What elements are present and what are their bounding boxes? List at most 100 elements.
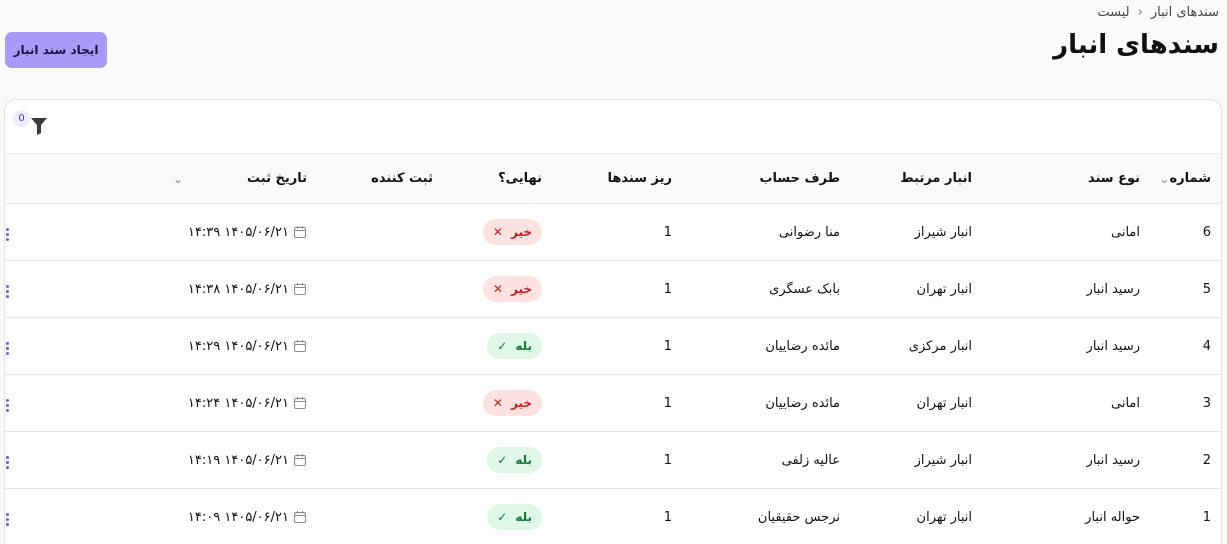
calendar-icon: [294, 283, 306, 295]
status-badge-label: خیر: [510, 282, 532, 296]
filter-button[interactable]: 0: [13, 110, 53, 142]
cell-final: بله ✓: [445, 318, 554, 375]
cell-items: 1: [663, 338, 672, 354]
status-badge-label: بله: [515, 339, 532, 353]
page: سندهای انبار › لیست سندهای انبار ایجاد س…: [0, 0, 1227, 544]
cell-creator: [319, 432, 445, 489]
cell-date: ۱۴۰۵/۰۶/۲۱ ۱۴:۳۹: [5, 204, 319, 261]
table-row[interactable]: 2 رسید انبار انبار شیراز عالیه زلفی 1 بله ✓ ۱۴۰…: [5, 432, 1221, 489]
cell-warehouse: انبار تهران: [916, 509, 972, 525]
status-badge: خیر ✕: [482, 390, 542, 416]
status-badge-label: بله: [515, 453, 532, 467]
cell-doc-type: رسید انبار: [1086, 452, 1140, 468]
status-badge-label: خیر: [510, 396, 532, 410]
cell-party: مائده رضاییان: [765, 338, 840, 354]
more-options-icon[interactable]: [5, 338, 17, 358]
column-header-warehouse: انبار مرتبط: [900, 171, 972, 186]
column-label-number: شماره: [1169, 171, 1211, 186]
table-row[interactable]: 1 حواله انبار انبار تهران نرجس حقیقیان 1 بله ✓…: [5, 489, 1221, 544]
cell-creator: [319, 261, 445, 318]
cell-party: نرجس حقیقیان: [757, 509, 840, 525]
check-icon: ✓: [497, 510, 508, 524]
table-row[interactable]: 3 امانی انبار تهران مائده رضاییان 1 خیر ✕ ۱۴۰۵/…: [5, 375, 1221, 432]
cell-creator: [319, 318, 445, 375]
cell-creator: [319, 375, 445, 432]
cell-number: 6: [1202, 224, 1211, 240]
table-row[interactable]: 6 امانی انبار شیراز منا رضوانی 1 خیر ✕ ۱۴۰۵/۰۶/…: [5, 204, 1221, 261]
calendar-icon: [294, 226, 306, 238]
cell-number: 2: [1202, 452, 1211, 468]
cell-party: بابک عسگری: [769, 281, 840, 297]
cell-warehouse: انبار مرکزی: [908, 338, 972, 354]
more-options-icon[interactable]: [5, 224, 17, 244]
filter-bar: 0: [5, 100, 1221, 153]
cell-doc-type: حواله انبار: [1085, 509, 1140, 525]
column-header-party: طرف حساب: [759, 171, 840, 186]
cell-doc-type: رسید انبار: [1086, 281, 1140, 297]
chevron-left-icon: ›: [1137, 5, 1143, 20]
date-value: ۱۴۰۵/۰۶/۲۱ ۱۴:۳۸: [187, 281, 289, 297]
cell-date: ۱۴۰۵/۰۶/۲۱ ۱۴:۲۹: [5, 318, 319, 375]
cell-party: عالیه زلفی: [781, 452, 840, 468]
table-row[interactable]: 5 رسید انبار انبار تهران بابک عسگری 1 خیر ✕ ۱۴۰…: [5, 261, 1221, 318]
calendar-icon: [294, 511, 306, 523]
page-title: سندهای انبار: [1053, 30, 1219, 60]
more-options-icon[interactable]: [5, 395, 17, 415]
cell-warehouse: انبار تهران: [916, 395, 972, 411]
check-icon: ✓: [497, 339, 508, 353]
cell-final: خیر ✕: [445, 375, 554, 432]
more-options-icon[interactable]: [5, 452, 17, 472]
cell-date: ۱۴۰۵/۰۶/۲۱ ۱۴:۰۹: [5, 489, 319, 544]
table-header-row: شماره ⌄ نوع سند انبار مرتبط طرف حساب ریز…: [5, 153, 1221, 204]
cell-number: 1: [1202, 509, 1211, 525]
filter-icon: [31, 118, 47, 135]
more-options-icon[interactable]: [5, 281, 17, 301]
cell-items: 1: [663, 509, 672, 525]
calendar-icon: [294, 340, 306, 352]
column-header-number[interactable]: شماره ⌄: [1152, 154, 1221, 204]
cell-items: 1: [663, 224, 672, 240]
breadcrumb-root[interactable]: سندهای انبار: [1151, 5, 1219, 20]
documents-card: 0 شماره ⌄ نوع سند انبار مرتبط طرف حساب ر…: [4, 99, 1222, 544]
create-document-button[interactable]: ایجاد سند انبار: [5, 32, 107, 68]
date-value: ۱۴۰۵/۰۶/۲۱ ۱۴:۱۹: [187, 452, 289, 468]
documents-table: شماره ⌄ نوع سند انبار مرتبط طرف حساب ریز…: [5, 153, 1221, 544]
close-icon: ✕: [492, 225, 503, 239]
chevron-down-icon[interactable]: ⌄: [173, 172, 183, 186]
status-badge: بله ✓: [487, 333, 542, 359]
column-header-doc-type: نوع سند: [1087, 171, 1140, 186]
cell-date: ۱۴۰۵/۰۶/۲۱ ۱۴:۳۸: [5, 261, 319, 318]
cell-final: خیر ✕: [445, 261, 554, 318]
cell-party: منا رضوانی: [778, 224, 840, 240]
calendar-icon: [294, 397, 306, 409]
column-header-creator: ثبت کننده: [371, 171, 433, 186]
cell-items: 1: [663, 452, 672, 468]
cell-warehouse: انبار شیراز: [914, 452, 972, 468]
status-badge: بله ✓: [487, 447, 542, 473]
date-value: ۱۴۰۵/۰۶/۲۱ ۱۴:۲۴: [187, 395, 289, 411]
breadcrumb-current: لیست: [1097, 5, 1130, 20]
cell-party: مائده رضاییان: [765, 395, 840, 411]
status-badge: خیر ✕: [482, 276, 542, 302]
cell-creator: [319, 489, 445, 544]
cell-doc-type: امانی: [1111, 224, 1140, 240]
filter-count-badge: 0: [13, 110, 30, 127]
column-header-date[interactable]: تاریخ ثبت ⌄: [5, 154, 319, 204]
status-badge-label: خیر: [510, 225, 532, 239]
more-options-icon[interactable]: [5, 509, 17, 529]
table-row[interactable]: 4 رسید انبار انبار مرکزی مائده رضاییان 1 بله ✓…: [5, 318, 1221, 375]
date-value: ۱۴۰۵/۰۶/۲۱ ۱۴:۳۹: [187, 224, 289, 240]
cell-doc-type: رسید انبار: [1086, 338, 1140, 354]
date-value: ۱۴۰۵/۰۶/۲۱ ۱۴:۲۹: [187, 338, 289, 354]
status-badge: خیر ✕: [482, 219, 542, 245]
cell-items: 1: [663, 395, 672, 411]
column-label-date: تاریخ ثبت: [247, 171, 307, 186]
calendar-icon: [294, 454, 306, 466]
cell-date: ۱۴۰۵/۰۶/۲۱ ۱۴:۱۹: [5, 432, 319, 489]
column-header-items: ریز سندها: [607, 171, 672, 186]
cell-final: خیر ✕: [445, 204, 554, 261]
cell-warehouse: انبار تهران: [916, 281, 972, 297]
cell-date: ۱۴۰۵/۰۶/۲۱ ۱۴:۲۴: [5, 375, 319, 432]
chevron-down-icon[interactable]: ⌄: [1159, 172, 1169, 186]
cell-items: 1: [663, 281, 672, 297]
